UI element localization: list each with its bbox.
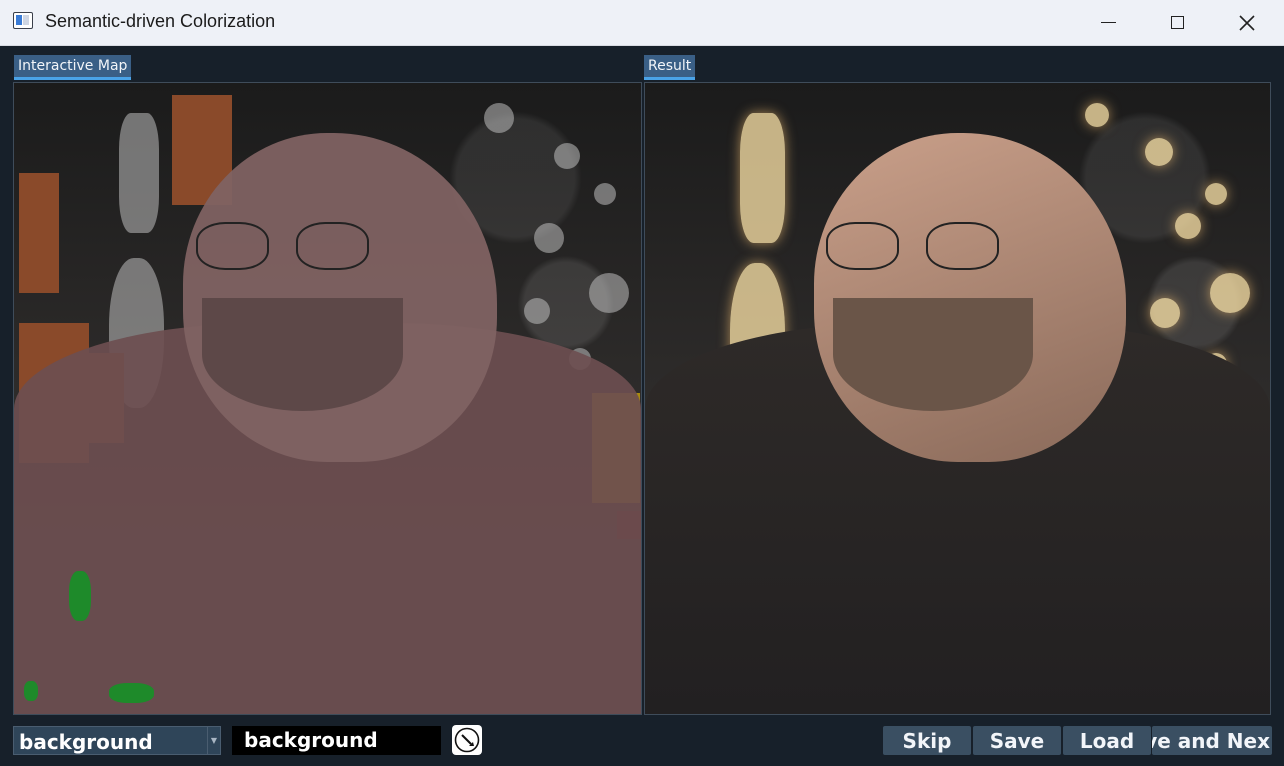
- glasses-right-lens: [296, 221, 370, 270]
- bokeh-light: [534, 223, 564, 253]
- bokeh-light: [119, 113, 159, 233]
- glasses-left-lens: [195, 221, 269, 270]
- save-and-next-button[interactable]: ave and Nex: [1152, 726, 1272, 755]
- interactive-map-canvas[interactable]: [13, 82, 642, 715]
- load-button[interactable]: Load: [1063, 726, 1151, 755]
- bokeh-light: [524, 298, 550, 324]
- segment-green: [24, 681, 38, 701]
- chevron-down-icon[interactable]: ▼: [207, 727, 220, 754]
- tab-result[interactable]: Result: [644, 55, 696, 80]
- maximize-button[interactable]: [1147, 0, 1207, 45]
- minimize-icon: [1100, 21, 1116, 24]
- close-button[interactable]: [1217, 0, 1277, 45]
- bokeh-light: [589, 273, 629, 313]
- segment-green: [69, 571, 91, 621]
- bokeh-light: [1085, 103, 1109, 127]
- glasses-left-lens: [826, 221, 899, 270]
- result-canvas: [644, 82, 1271, 715]
- result-beard: [832, 297, 1033, 412]
- segment-orange: [19, 173, 59, 293]
- class-select-value: background: [19, 730, 153, 754]
- save-button[interactable]: Save: [973, 726, 1061, 755]
- close-icon: [1239, 14, 1255, 31]
- bokeh-light: [1205, 183, 1227, 205]
- skip-button[interactable]: Skip: [883, 726, 971, 755]
- window-title: Semantic-driven Colorization: [45, 11, 276, 31]
- color-picker-icon: [454, 727, 480, 753]
- maximize-icon: [1170, 16, 1184, 29]
- bokeh-light: [484, 103, 514, 133]
- color-picker-button[interactable]: [452, 725, 482, 755]
- title-bar: Semantic-driven Colorization: [0, 0, 1284, 46]
- bokeh-light: [554, 143, 580, 169]
- bokeh-light: [1145, 138, 1173, 166]
- segment-green: [109, 683, 154, 703]
- bokeh-light: [740, 113, 785, 243]
- class-select[interactable]: background ▼: [13, 726, 221, 755]
- current-label-display: background: [232, 726, 441, 755]
- current-label-text: background: [244, 728, 378, 752]
- glasses-right-lens: [926, 221, 999, 270]
- minimize-button[interactable]: [1078, 0, 1138, 45]
- bokeh-light: [1210, 273, 1250, 313]
- tab-interactive-map[interactable]: Interactive Map: [14, 55, 132, 80]
- bokeh-light: [594, 183, 616, 205]
- segment-beard: [202, 297, 403, 412]
- bokeh-light: [1150, 298, 1180, 328]
- bokeh-light: [1175, 213, 1201, 239]
- app-window-icon: [13, 12, 33, 29]
- app-window: Semantic-driven Colorization Interactive…: [0, 0, 1284, 766]
